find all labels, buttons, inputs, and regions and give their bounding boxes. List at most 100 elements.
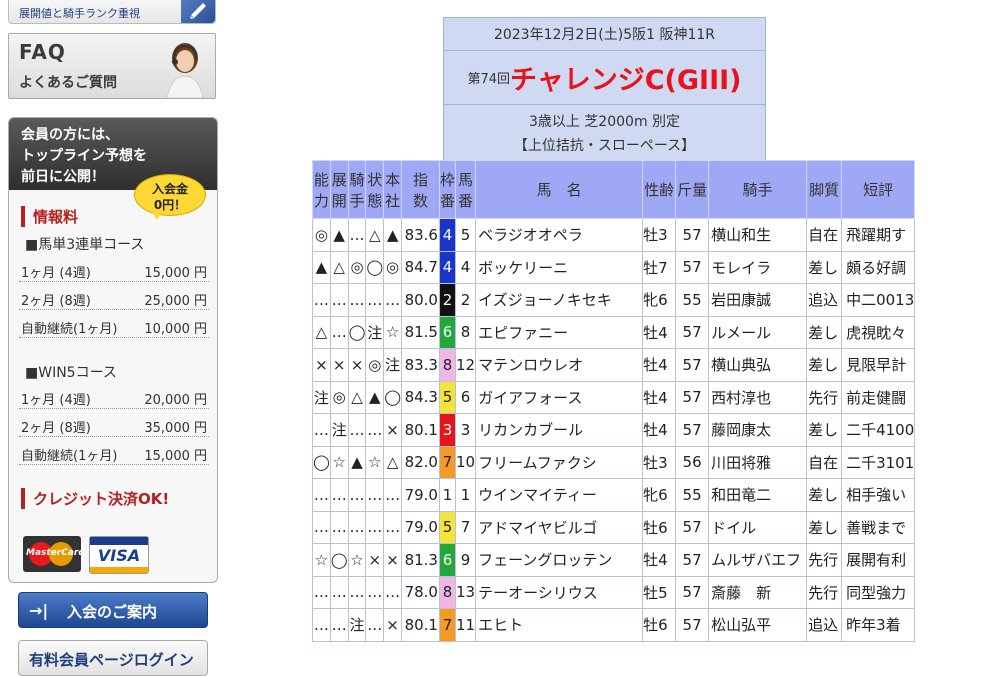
prediction-mark: ◎ [347,250,367,284]
short-comment: 前走健闘 [841,380,916,414]
prediction-mark: … [312,575,331,609]
sex-age: 牡6 [642,608,677,642]
price-label: 2ヶ月 (8週) [21,294,91,309]
weight: 55 [675,283,710,317]
frame-number: 4 [438,218,457,252]
frame-number: 3 [438,413,457,447]
index-value: 81.5 [400,315,440,349]
header-label-bottom: 態 [367,191,383,210]
price-label: 自動継続(1ヶ月) [21,322,118,337]
price-value: 35,000 円 [144,421,207,436]
running-style: 自在 [806,445,843,479]
prediction-mark: … [347,575,367,609]
header-label-top: 指 [412,170,428,189]
sex-age: 牡4 [642,315,677,349]
prediction-mark: ◯ [347,315,367,349]
price-value: 25,000 円 [144,294,207,309]
index-value: 81.3 [400,543,440,577]
price-row: 2ヶ月 (8週) 25,000 円 [19,287,209,310]
hdr-jockey-rank: 騎手 [347,160,367,219]
table-row: △… ◯ 注 ☆ 81.5 6 8 エピファニー 牡4 57 ルメール 差し 虎視眈々 [312,315,916,349]
horse-number: 3 [454,413,477,447]
header-label-top: 枠 [439,170,455,189]
horse-name: フリームファクシ [475,445,644,479]
jockey-name: 和田竜二 [708,478,808,512]
frame-number: 8 [438,348,457,382]
prediction-mark: × [312,348,331,382]
table-row: …………… 79.0 5 7 アドマイヤビルゴ 牡6 57 ドイル 差し 善戦まで [312,510,916,544]
table-row: …………… 78.0 8 13 テーオーシリウス 牡5 57 斎藤 新先行 同型強力 [312,575,916,609]
prediction-mark: 注 [383,348,402,382]
hdr-comment: 短評 [841,160,916,219]
visa-label: VISA [97,546,141,565]
horse-number: 6 [454,380,477,414]
running-style: 追込 [806,608,843,642]
short-comment: 二千3101 [841,445,916,479]
price-value: 15,000 円 [144,449,207,464]
weight: 57 [675,510,710,544]
sex-age: 牡5 [642,575,677,609]
prediction-mark: … [329,315,349,349]
race-name: チャレンジC(GIII) [510,65,742,96]
jockey-name: ルメール [708,315,808,349]
prediction-mark: … [329,575,349,609]
price-row: 自動継続(1ヶ月) 10,000 円 [19,315,209,338]
running-style: 差し [806,348,843,382]
prediction-mark: … [312,608,331,642]
promo-banner[interactable]: 展開値と騎手ランク重視 [8,0,216,24]
weight: 57 [675,543,710,577]
mastercard-label: MasterCard [26,548,85,558]
sex-age: 牡6 [642,510,677,544]
running-style: 差し [806,250,843,284]
index-value: 80.1 [400,413,440,447]
horse-name: テーオーシリウス [475,575,644,609]
table-header-row: 能力展開騎手状態本社指数枠番馬番馬 名性齢 斤量 騎手 脚質 短評 [312,160,916,219]
member-login-button[interactable]: 有料会員ページログイン [18,640,208,676]
jockey-name: 斎藤 新 [708,575,808,609]
faq-banner[interactable]: FAQ よくあるご質問 [8,33,216,99]
table-row: ▲ △ ◎ ◯ ◎ 84.7 4 4 ボッケリーニ 牡7 57 モレイラ 差し 頗る好調 [312,250,916,284]
course-name: ■WIN5コース [25,365,117,381]
weight: 57 [675,315,710,349]
header-label-bottom: 数 [412,191,428,210]
prediction-mark: △ [383,445,402,479]
member-info-panel: 会員の方には、 トップライン予想を 前日に公開！ 入会金 0円！ 情報料 ■馬単… [8,117,218,583]
jockey-name: モレイラ [708,250,808,284]
prediction-mark: × [365,543,385,577]
table-row: …………… 80.0 2 2 イズジョーノキセキ 牝6 55 岩田康誠 追込 中二0013 [312,283,916,317]
price-label: 2ヶ月 (8週) [21,421,91,436]
horse-name: エヒト [475,608,644,642]
prediction-mark: 注 [312,380,331,414]
prediction-mark: ▲ [365,380,385,414]
price-row: 2ヶ月 (8週) 35,000 円 [19,414,209,437]
join-guide-button[interactable]: →| 入会のご案内 [18,592,208,628]
prediction-mark: … [383,283,402,317]
price-label: 自動継続(1ヶ月) [21,449,118,464]
race-conditions: 3歳以上 芝2000m 別定 [528,114,681,130]
frame-number: 4 [438,250,457,284]
sex-age: 牡3 [642,445,677,479]
frame-number: 7 [438,608,457,642]
fee-badge-line-2: 0円！ [153,198,187,212]
prediction-mark: ▲ [347,445,367,479]
price-value: 15,000 円 [144,266,207,281]
prediction-mark: △ [347,380,367,414]
jockey-name: ドイル [708,510,808,544]
index-value: 84.7 [400,250,440,284]
fee-badge-line-1: 入会金 [151,182,188,196]
jockey-name: 松山弘平 [708,608,808,642]
promo-banner-label: 展開値と騎手ランク重視 [19,7,140,20]
sidebar: 展開値と騎手ランク重視 FAQ よくあるご質問 会員の方には、 トップライン予想… [0,0,230,676]
prediction-mark: × [329,348,349,382]
hdr-jockey: 騎手 [708,160,808,219]
price-value: 10,000 円 [144,322,207,337]
hdr-running-style: 脚質 [806,160,843,219]
member-heading-line-1: 会員の方には、 [21,127,119,143]
prediction-mark: … [347,283,367,317]
price-row: 1ヶ月 (4週) 15,000 円 [19,259,209,282]
hdr-sex-age: 性齢 [642,160,677,219]
horse-name: イズジョーノキセキ [475,283,644,317]
prediction-mark: … [365,608,385,642]
prediction-mark: … [312,413,331,447]
running-style: 差し [806,413,843,447]
